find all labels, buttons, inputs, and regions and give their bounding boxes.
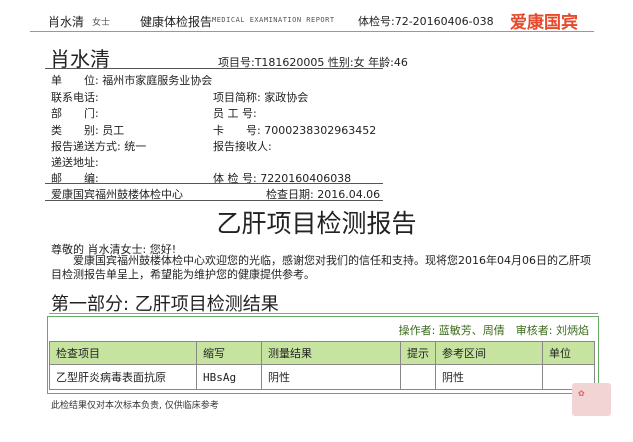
field-deliver: 报告递送方式: 统一	[51, 138, 146, 154]
field-type: 类 别: 员工	[51, 122, 124, 138]
section-divider	[49, 313, 598, 314]
field-label: 报告递送方式:	[51, 140, 121, 153]
column-header: 提示	[400, 341, 436, 365]
divider	[45, 68, 383, 69]
field-phone: 联系电话:	[51, 89, 99, 105]
table-row: 乙型肝炎病毒表面抗原 HBsAg 阴性 阴性	[49, 364, 595, 390]
field-addr: 递送地址:	[51, 154, 99, 170]
column-header: 单位	[542, 341, 595, 365]
column-header: 检查项目	[49, 341, 197, 365]
field-value: 员工	[102, 124, 125, 137]
watermark-stamp: ✿	[572, 383, 611, 416]
field-unit: 单 位: 福州市家庭服务业协会	[51, 72, 212, 88]
header-title-suffix: 女士	[92, 18, 111, 28]
intro-paragraph: 爱康国宾福州鼓楼体检中心欢迎您的光临，感谢您对我们的信任和支持。现将您2016年…	[51, 254, 591, 281]
table-header-row: 检查项目 缩写 测量结果 提示 参考区间 单位	[49, 341, 595, 365]
divider	[45, 183, 383, 184]
watermark-mark-icon: ✿	[578, 389, 585, 398]
field-recv: 报告接收人:	[213, 138, 272, 154]
table-cell: 阴性	[435, 364, 543, 390]
field-value: 福州市家庭服务业协会	[102, 74, 213, 87]
table-cell	[400, 364, 436, 390]
field-label: 报告接收人:	[213, 140, 272, 153]
header-exam-number: 体检号:72-20160406-038	[358, 15, 494, 28]
field-value: 7000238302963452	[264, 124, 377, 137]
field-project: 项目简称: 家政协会	[213, 89, 308, 105]
report-title: 乙肝项目检测报告	[216, 209, 417, 238]
header-divider	[30, 31, 594, 32]
result-table: 检查项目 缩写 测量结果 提示 参考区间 单位 乙型肝炎病毒表面抗原 HBsAg…	[49, 341, 595, 390]
field-dept: 部 门:	[51, 105, 99, 121]
field-card: 卡 号: 7000238302963452	[213, 122, 376, 138]
field-label: 员 工 号:	[213, 107, 257, 120]
column-header: 参考区间	[435, 341, 543, 365]
field-emp: 员 工 号:	[213, 105, 257, 121]
table-cell: HBsAg	[196, 364, 262, 390]
brand-logo: 爱康国宾	[510, 13, 578, 33]
field-label: 单 位:	[51, 74, 99, 87]
divider	[45, 200, 383, 201]
field-label: 项目简称:	[213, 91, 261, 104]
field-label: 部 门:	[51, 107, 99, 120]
field-value: 统一	[124, 140, 147, 153]
table-cell: 乙型肝炎病毒表面抗原	[49, 364, 197, 390]
footnote: 此检结果仅对本次标本负责, 仅供临床参考	[51, 401, 219, 411]
header-patient-name: 肖水清	[48, 15, 85, 29]
field-value: 家政协会	[264, 91, 309, 104]
field-label: 类 别:	[51, 124, 99, 137]
field-label: 联系电话:	[51, 91, 99, 104]
operator-line: 操作者: 蓝敏芳、周倩 审核者: 刘炳焰	[398, 324, 589, 337]
column-header: 测量结果	[261, 341, 401, 365]
header-report-title-en: MEDICAL EXAMINATION REPORT	[212, 16, 335, 24]
header-report-title: 健康体检报告	[140, 15, 213, 29]
field-label: 递送地址:	[51, 156, 99, 169]
table-cell: 阴性	[261, 364, 401, 390]
column-header: 缩写	[196, 341, 262, 365]
field-label: 卡 号:	[213, 124, 261, 137]
